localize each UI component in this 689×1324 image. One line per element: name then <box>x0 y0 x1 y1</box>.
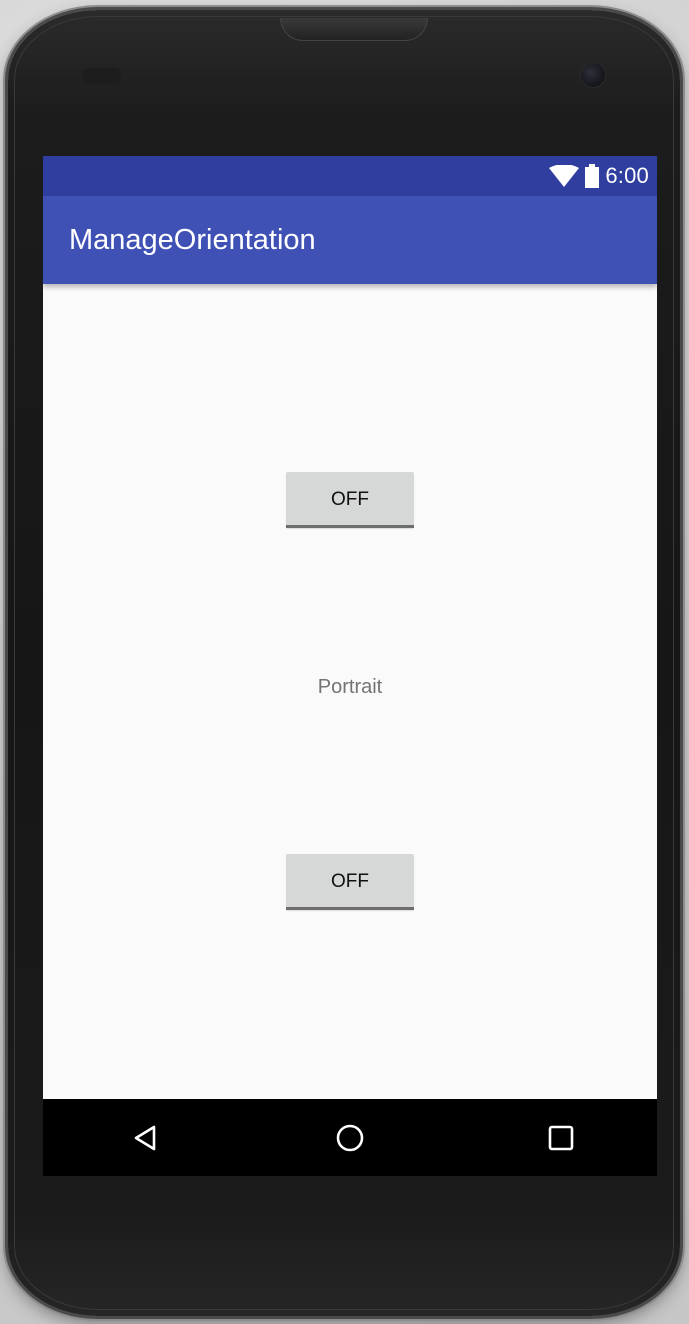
app-bar: ManageOrientation <box>43 196 657 284</box>
top-toggle-button[interactable]: OFF <box>286 472 414 528</box>
top-toggle-indicator <box>286 525 414 528</box>
main-content: OFF Portrait OFF <box>43 284 657 1099</box>
bottom-toggle-button[interactable]: OFF <box>286 854 414 910</box>
earpiece-speaker <box>280 18 428 41</box>
wifi-icon <box>549 165 580 187</box>
status-bar: 6:00 <box>43 156 657 196</box>
battery-icon <box>585 164 600 188</box>
home-button[interactable] <box>305 1099 395 1176</box>
app-title: ManageOrientation <box>69 224 316 256</box>
back-icon <box>134 1125 156 1150</box>
device-screen: 6:00 ManageOrientation OFF Portrait OFF <box>43 156 657 1176</box>
home-icon <box>336 1124 364 1151</box>
recents-button[interactable] <box>516 1099 606 1176</box>
bottom-toggle-label: OFF <box>331 871 369 892</box>
bottom-toggle-indicator <box>286 907 414 910</box>
orientation-label: Portrait <box>317 676 383 698</box>
status-icons: 6:00 <box>549 156 649 196</box>
status-clock: 6:00 <box>605 163 649 188</box>
navigation-bar <box>43 1099 657 1176</box>
front-camera <box>580 62 606 88</box>
top-toggle-label: OFF <box>331 489 369 510</box>
back-button[interactable] <box>100 1099 190 1176</box>
proximity-sensor <box>82 68 122 84</box>
recents-icon <box>548 1125 574 1150</box>
